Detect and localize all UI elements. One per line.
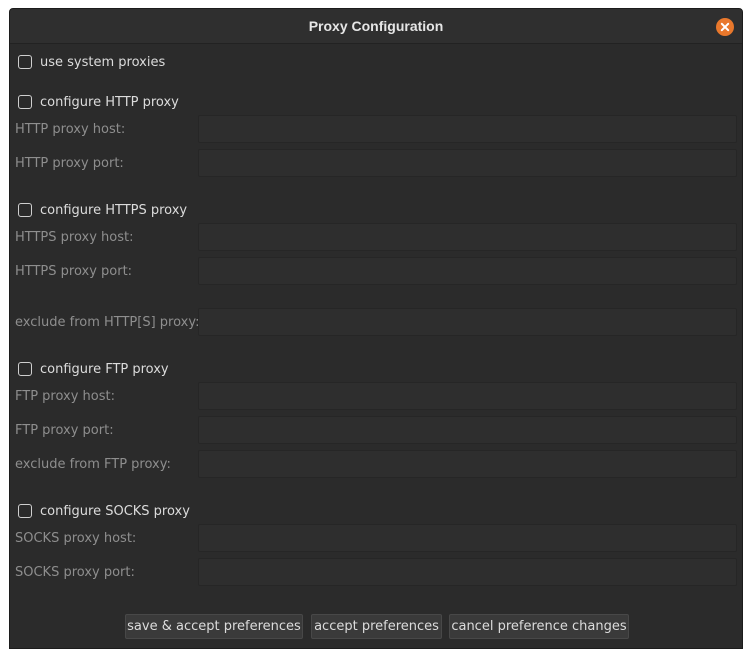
https-proxy-port-input[interactable] bbox=[198, 257, 737, 285]
configure-ftp-proxy-checkbox[interactable] bbox=[18, 362, 32, 376]
https-proxy-host-label: HTTPS proxy host: bbox=[15, 230, 134, 245]
https-proxy-port-label: HTTPS proxy port: bbox=[15, 264, 133, 279]
https-exclude-input[interactable] bbox=[198, 308, 737, 336]
socks-proxy-host-input[interactable] bbox=[198, 524, 737, 552]
configure-ftp-proxy-checkbox-row[interactable]: configure FTP proxy bbox=[18, 359, 169, 379]
configure-https-proxy-checkbox[interactable] bbox=[18, 203, 32, 217]
https-exclude-label: exclude from HTTP[S] proxy: bbox=[15, 315, 200, 330]
proxy-configuration-window: Proxy Configuration use system proxies c… bbox=[9, 8, 743, 649]
ftp-proxy-host-input[interactable] bbox=[198, 382, 737, 410]
save-accept-preferences-button[interactable]: save & accept preferences bbox=[125, 614, 303, 639]
close-button[interactable] bbox=[716, 18, 734, 36]
ftp-proxy-port-input[interactable] bbox=[198, 416, 737, 444]
cancel-preference-changes-button[interactable]: cancel preference changes bbox=[449, 614, 629, 639]
configure-https-proxy-checkbox-row[interactable]: configure HTTPS proxy bbox=[18, 200, 187, 220]
titlebar: Proxy Configuration bbox=[10, 9, 742, 44]
ftp-exclude-label: exclude from FTP proxy: bbox=[15, 457, 171, 472]
use-system-proxies-checkbox[interactable] bbox=[18, 55, 32, 69]
ftp-proxy-port-label: FTP proxy port: bbox=[15, 423, 114, 438]
configure-http-proxy-checkbox[interactable] bbox=[18, 95, 32, 109]
http-proxy-host-label: HTTP proxy host: bbox=[15, 122, 126, 137]
configure-socks-proxy-label: configure SOCKS proxy bbox=[40, 503, 190, 519]
http-proxy-port-label: HTTP proxy port: bbox=[15, 156, 124, 171]
use-system-proxies-checkbox-row[interactable]: use system proxies bbox=[18, 52, 165, 72]
http-proxy-host-input[interactable] bbox=[198, 115, 737, 143]
configure-http-proxy-checkbox-row[interactable]: configure HTTP proxy bbox=[18, 92, 179, 112]
socks-proxy-port-label: SOCKS proxy port: bbox=[15, 565, 135, 580]
https-proxy-host-input[interactable] bbox=[198, 223, 737, 251]
ftp-exclude-input[interactable] bbox=[198, 450, 737, 478]
socks-proxy-port-input[interactable] bbox=[198, 558, 737, 586]
configure-http-proxy-label: configure HTTP proxy bbox=[40, 94, 179, 110]
configure-socks-proxy-checkbox[interactable] bbox=[18, 504, 32, 518]
configure-https-proxy-label: configure HTTPS proxy bbox=[40, 202, 188, 218]
http-proxy-port-input[interactable] bbox=[198, 149, 737, 177]
accept-preferences-button[interactable]: accept preferences bbox=[311, 614, 442, 639]
use-system-proxies-label: use system proxies bbox=[40, 54, 166, 70]
socks-proxy-host-label: SOCKS proxy host: bbox=[15, 531, 137, 546]
close-icon bbox=[720, 22, 730, 32]
configure-socks-proxy-checkbox-row[interactable]: configure SOCKS proxy bbox=[18, 501, 190, 521]
ftp-proxy-host-label: FTP proxy host: bbox=[15, 389, 115, 404]
window-title: Proxy Configuration bbox=[308, 18, 444, 34]
configure-ftp-proxy-label: configure FTP proxy bbox=[40, 361, 169, 377]
